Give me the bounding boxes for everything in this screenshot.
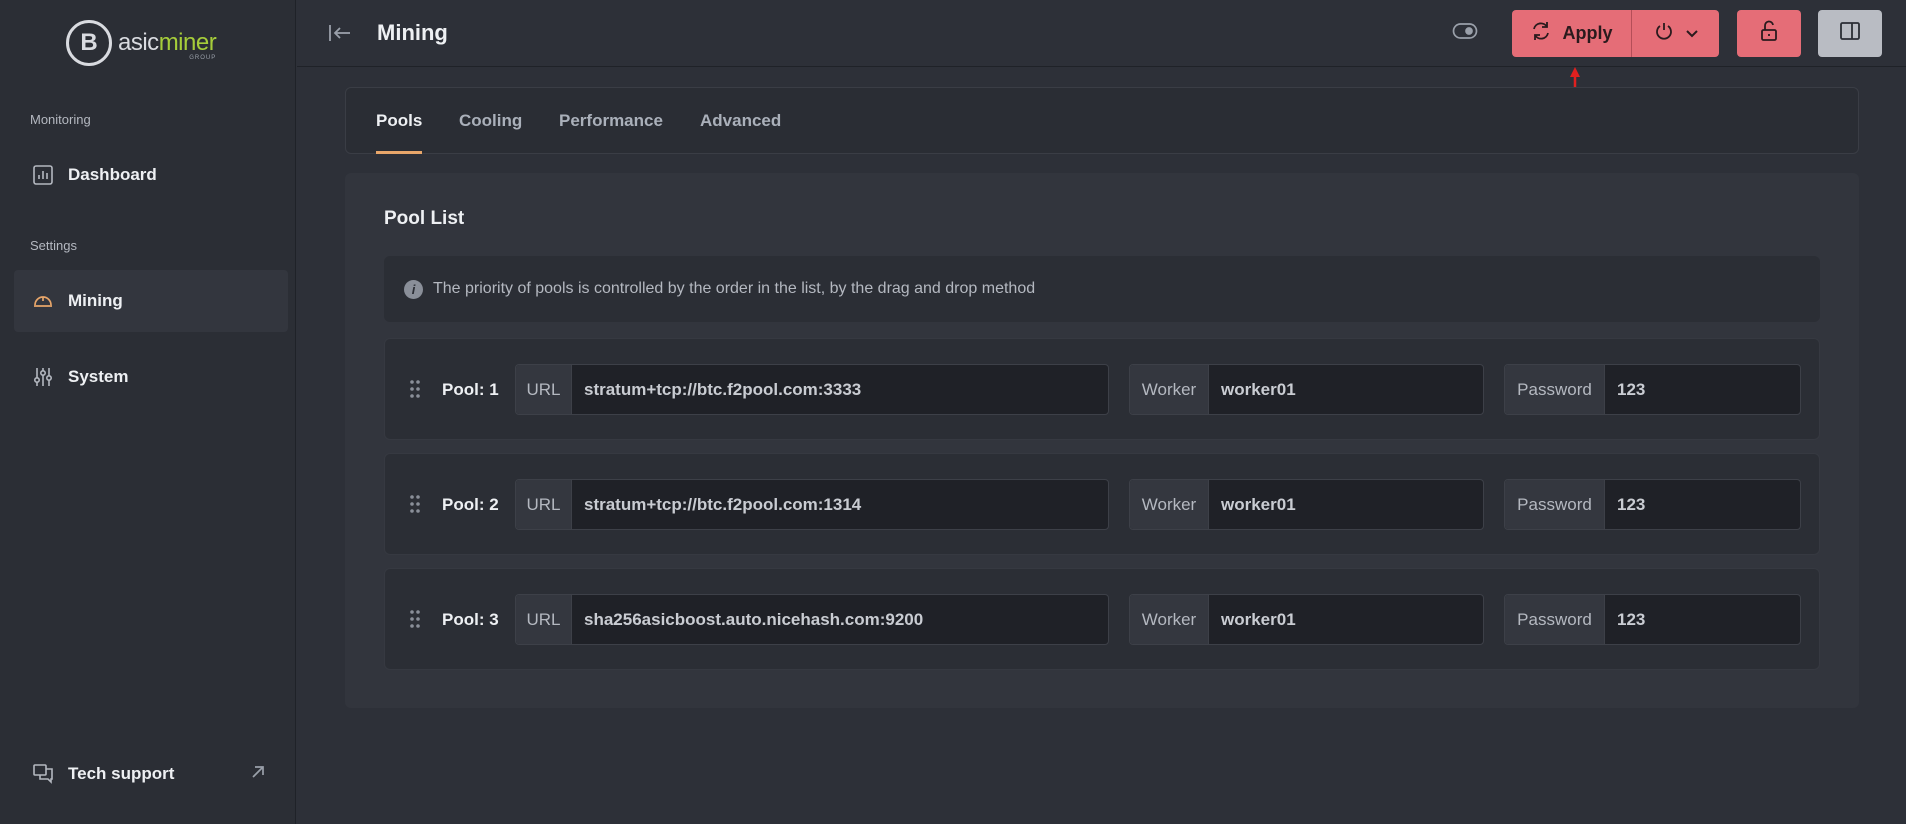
unlock-icon	[1759, 20, 1779, 47]
section-settings: Settings	[30, 238, 77, 253]
sliders-icon	[32, 366, 54, 388]
pool-url-input[interactable]: sha256asicboost.auto.nicehash.com:9200	[572, 595, 1108, 644]
password-label: Password	[1505, 365, 1605, 414]
tab-bar: Pools Cooling Performance Advanced	[345, 87, 1859, 154]
pool-label: Pool: 1	[442, 380, 499, 399]
pool-password-input[interactable]: 123	[1605, 595, 1800, 644]
password-label: Password	[1505, 480, 1605, 529]
sidebar: B asicminer GROUP Monitoring Dashboard S…	[0, 0, 296, 824]
sidebar-item-mining[interactable]: Mining	[14, 270, 288, 332]
brand-name: asicminer GROUP	[118, 29, 217, 61]
sidebar-item-dashboard[interactable]: Dashboard	[14, 144, 288, 206]
info-icon: i	[404, 279, 423, 299]
refresh-icon	[1530, 20, 1552, 47]
pool-label: Pool: 3	[442, 610, 499, 629]
pool-url-field[interactable]: URL stratum+tcp://btc.f2pool.com:1314	[515, 479, 1109, 530]
pool-worker-input[interactable]: worker01	[1209, 365, 1483, 414]
pool-url-field[interactable]: URL stratum+tcp://btc.f2pool.com:3333	[515, 364, 1109, 415]
sidebar-panel-icon	[1839, 21, 1861, 46]
tech-support-link[interactable]: Tech support	[14, 746, 288, 802]
password-label: Password	[1505, 595, 1605, 644]
worker-label: Worker	[1130, 480, 1209, 529]
pool-password-field[interactable]: Password 123	[1504, 364, 1801, 415]
pool-url-input[interactable]: stratum+tcp://btc.f2pool.com:3333	[572, 365, 1108, 414]
url-label: URL	[516, 480, 572, 529]
pool-password-field[interactable]: Password 123	[1504, 479, 1801, 530]
drag-handle-icon[interactable]	[409, 379, 421, 404]
brand-name-part1: asic	[118, 29, 159, 56]
bitcoin-logo-icon: B	[66, 20, 112, 66]
pool-worker-field[interactable]: Worker worker01	[1129, 594, 1484, 645]
helmet-icon	[32, 290, 54, 312]
chat-icon	[32, 763, 54, 785]
page-title: Mining	[377, 20, 448, 45]
tab-cooling[interactable]: Cooling	[459, 88, 522, 154]
pool-list-title: Pool List	[384, 208, 465, 229]
pool-url-input[interactable]: stratum+tcp://btc.f2pool.com:1314	[572, 480, 1108, 529]
section-monitoring: Monitoring	[30, 112, 91, 127]
collapse-sidebar-icon[interactable]	[327, 20, 353, 46]
tech-support-label: Tech support	[68, 764, 175, 783]
brand-name-part2: miner	[158, 29, 217, 56]
url-label: URL	[516, 365, 572, 414]
logo[interactable]: B asicminer GROUP	[66, 18, 217, 68]
pool-worker-field[interactable]: Worker worker01	[1129, 479, 1484, 530]
power-icon	[1654, 21, 1674, 46]
pool-row[interactable]: Pool: 3 URL sha256asicboost.auto.nicehas…	[384, 568, 1820, 670]
url-label: URL	[516, 595, 572, 644]
info-text: The priority of pools is controlled by t…	[433, 280, 1036, 297]
pool-url-field[interactable]: URL sha256asicboost.auto.nicehash.com:92…	[515, 594, 1109, 645]
chevron-down-icon	[1685, 25, 1698, 43]
drag-handle-icon[interactable]	[409, 609, 421, 634]
sidebar-item-label: Dashboard	[68, 165, 157, 184]
apply-label: Apply	[1562, 23, 1613, 43]
power-menu-button[interactable]	[1632, 10, 1719, 57]
pool-password-field[interactable]: Password 123	[1504, 594, 1801, 645]
drag-handle-icon[interactable]	[409, 494, 421, 519]
header: Mining Apply	[297, 0, 1906, 67]
worker-label: Worker	[1130, 365, 1209, 414]
worker-label: Worker	[1130, 595, 1209, 644]
apply-button-group: Apply	[1512, 10, 1719, 57]
pool-password-input[interactable]: 123	[1605, 365, 1800, 414]
external-link-icon	[250, 764, 266, 785]
pool-list-card: Pool List i The priority of pools is con…	[345, 173, 1859, 708]
tab-performance[interactable]: Performance	[559, 88, 663, 154]
tab-advanced[interactable]: Advanced	[700, 88, 781, 154]
toggle-panel-button[interactable]	[1818, 10, 1882, 57]
sidebar-item-label: System	[68, 367, 129, 386]
tab-pools[interactable]: Pools	[376, 88, 423, 154]
sidebar-item-label: Mining	[68, 291, 123, 310]
brand-sub: GROUP	[189, 55, 217, 61]
apply-button[interactable]: Apply	[1512, 10, 1632, 57]
pool-row[interactable]: Pool: 2 URL stratum+tcp://btc.f2pool.com…	[384, 453, 1820, 555]
pool-label: Pool: 2	[442, 495, 499, 514]
unlock-button[interactable]	[1737, 10, 1801, 57]
pool-worker-field[interactable]: Worker worker01	[1129, 364, 1484, 415]
pool-password-input[interactable]: 123	[1605, 480, 1800, 529]
info-banner: i The priority of pools is controlled by…	[384, 256, 1820, 322]
pool-worker-input[interactable]: worker01	[1209, 480, 1483, 529]
theme-toggle-icon[interactable]	[1452, 22, 1478, 45]
sidebar-item-system[interactable]: System	[14, 346, 288, 408]
pool-row[interactable]: Pool: 1 URL stratum+tcp://btc.f2pool.com…	[384, 338, 1820, 440]
chart-icon	[32, 164, 54, 186]
pool-worker-input[interactable]: worker01	[1209, 595, 1483, 644]
